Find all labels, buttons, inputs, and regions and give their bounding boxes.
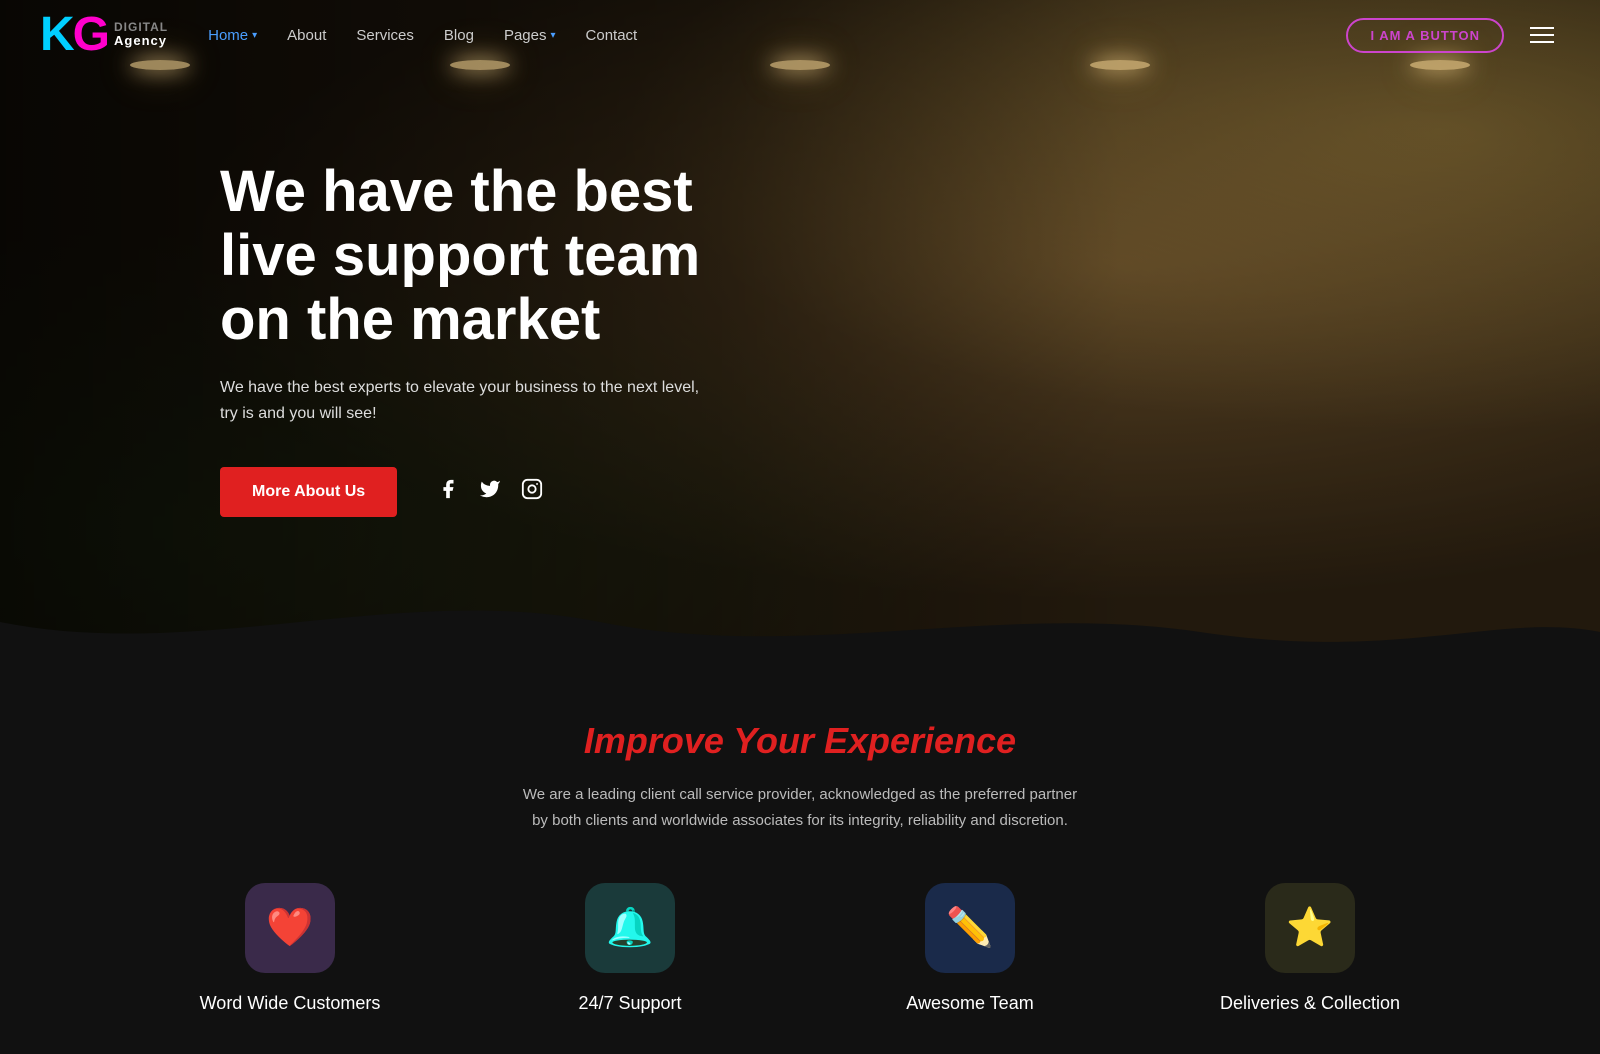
card-icon-deliveries: ⭐ [1265, 883, 1355, 973]
logo[interactable]: KG DIGITAL Agency [40, 11, 168, 59]
heart-icon: ❤️ [266, 906, 313, 950]
hamburger-line-1 [1530, 27, 1554, 29]
bell-icon: 🔔 [606, 906, 653, 950]
card-word-wide-customers: ❤️ Word Wide Customers [150, 883, 430, 1014]
logo-g: G [73, 8, 108, 61]
bottom-section: Improve Your Experience We are a leading… [0, 660, 1600, 1054]
home-dropdown-arrow: ▾ [252, 30, 257, 41]
more-about-button[interactable]: More About Us [220, 467, 397, 517]
card-awesome-team: ✏️ Awesome Team [830, 883, 1110, 1014]
nav-contact[interactable]: Contact [586, 27, 638, 44]
card-icon-word-wide: ❤️ [245, 883, 335, 973]
hamburger-line-2 [1530, 34, 1554, 36]
nav-links: Home ▾ About Services Blog Pages ▾ Conta… [208, 27, 1346, 44]
nav-services[interactable]: Services [356, 27, 414, 44]
logo-agency: Agency [114, 34, 168, 48]
hero-title: We have the best live support team on th… [220, 160, 780, 351]
logo-k: K [40, 8, 73, 61]
twitter-icon[interactable] [479, 478, 501, 506]
hamburger-line-3 [1530, 41, 1554, 43]
card-icon-support: 🔔 [585, 883, 675, 973]
section-title: Improve Your Experience [0, 720, 1600, 762]
social-icons [437, 478, 543, 506]
card-deliveries: ⭐ Deliveries & Collection [1170, 883, 1450, 1014]
pages-dropdown-arrow: ▾ [550, 30, 555, 41]
pencil-icon: ✏️ [946, 906, 993, 950]
hero-actions: More About Us [220, 467, 780, 517]
logo-text: DIGITAL Agency [114, 21, 168, 48]
hero-section: KG DIGITAL Agency Home ▾ About Services … [0, 0, 1600, 660]
card-label-deliveries: Deliveries & Collection [1220, 993, 1400, 1014]
card-label-awesome-team: Awesome Team [906, 993, 1033, 1014]
nav-home[interactable]: Home ▾ [208, 27, 257, 44]
hamburger-menu[interactable] [1524, 21, 1560, 49]
hero-wave [0, 582, 1600, 660]
navbar: KG DIGITAL Agency Home ▾ About Services … [0, 0, 1600, 70]
nav-pages[interactable]: Pages ▾ [504, 27, 556, 44]
instagram-icon[interactable] [521, 478, 543, 506]
card-label-word-wide: Word Wide Customers [200, 993, 381, 1014]
logo-initials: KG [40, 11, 108, 59]
card-label-support: 24/7 Support [578, 993, 681, 1014]
hero-subtitle: We have the best experts to elevate your… [220, 375, 720, 426]
star-icon: ⭐ [1286, 906, 1333, 950]
facebook-icon[interactable] [437, 478, 459, 506]
hero-content: We have the best live support team on th… [220, 160, 780, 517]
card-support: 🔔 24/7 Support [490, 883, 770, 1014]
nav-blog[interactable]: Blog [444, 27, 474, 44]
nav-right: I AM A BUTTON [1346, 18, 1560, 53]
section-description: We are a leading client call service pro… [520, 782, 1080, 833]
cta-button[interactable]: I AM A BUTTON [1346, 18, 1504, 53]
card-icon-awesome-team: ✏️ [925, 883, 1015, 973]
nav-about[interactable]: About [287, 27, 326, 44]
cards-row: ❤️ Word Wide Customers 🔔 24/7 Support ✏️… [0, 883, 1600, 1014]
